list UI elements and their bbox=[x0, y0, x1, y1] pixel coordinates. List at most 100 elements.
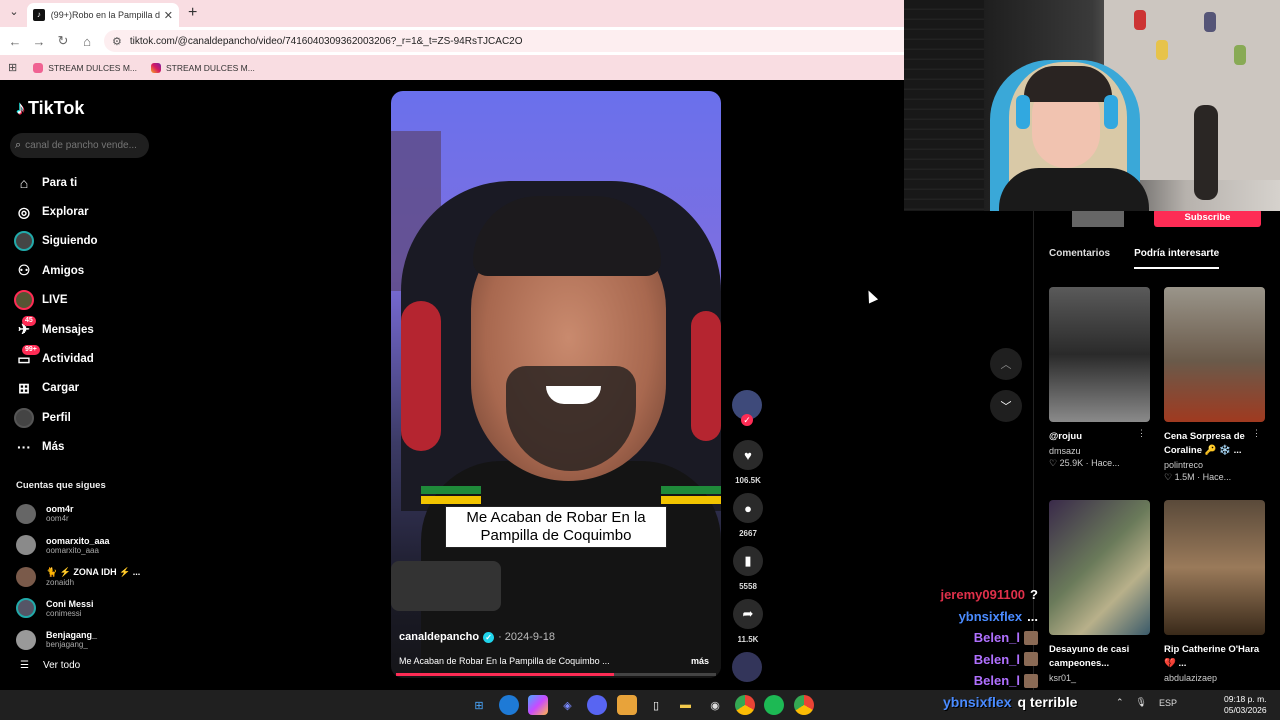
microphone-icon[interactable]: 🎙 bbox=[1136, 697, 1147, 708]
card-thumbnail[interactable] bbox=[1049, 287, 1150, 422]
nav-cargar[interactable]: ⊞ Cargar bbox=[14, 374, 154, 403]
following-name: Coni Messi bbox=[46, 598, 94, 609]
search-input[interactable] bbox=[25, 140, 138, 151]
save-action[interactable]: ▮ 5558 bbox=[732, 546, 764, 591]
browser-tab[interactable]: ♪ (99+)Robo en la Pampilla de Coquimbo ✕ bbox=[27, 3, 179, 27]
nav-amigos[interactable]: ⚇ Amigos bbox=[14, 256, 154, 285]
discord-icon[interactable] bbox=[587, 695, 607, 715]
next-video-icon[interactable]: ﹀ bbox=[990, 390, 1022, 422]
nav-siguiendo[interactable]: Siguiendo bbox=[14, 227, 154, 256]
video-progress-bar[interactable] bbox=[396, 673, 716, 676]
edge-icon[interactable] bbox=[498, 695, 519, 715]
chat-emote-icon bbox=[1024, 673, 1038, 688]
card-thumbnail[interactable] bbox=[1164, 500, 1265, 635]
tab-comentarios[interactable]: Comentarios bbox=[1049, 248, 1110, 269]
progress-fill bbox=[396, 673, 614, 676]
following-avatar-icon bbox=[14, 231, 34, 252]
windows-start-icon[interactable]: ⊞ bbox=[469, 695, 489, 715]
spotify-icon[interactable] bbox=[764, 695, 784, 715]
video-chair-side bbox=[401, 301, 441, 451]
share-icon[interactable]: ➦ bbox=[733, 599, 763, 629]
search-box[interactable]: ⌕ bbox=[10, 133, 149, 158]
nav-mas[interactable]: ··· Más bbox=[14, 433, 154, 462]
video-description: Me Acaban de Robar En la Pampilla de Coq… bbox=[399, 656, 610, 666]
card-thumbnail[interactable] bbox=[1164, 287, 1265, 422]
music-disc-icon[interactable] bbox=[732, 652, 762, 682]
video-player[interactable]: Me Acaban de Robar En la Pampilla de Coq… bbox=[391, 91, 721, 678]
nav-explorar[interactable]: ◎ Explorar bbox=[14, 197, 154, 226]
tab-podria-interesarte[interactable]: Podría interesarte bbox=[1134, 248, 1220, 269]
bookmark-icon[interactable]: ▮ bbox=[733, 546, 763, 576]
close-tab-icon[interactable]: ✕ bbox=[164, 9, 173, 22]
tray-chevron-icon[interactable]: ⌃ bbox=[1116, 697, 1124, 708]
vpn-icon[interactable]: ◈ bbox=[558, 695, 578, 715]
address-bar[interactable]: ⚙ tiktok.com/@canaldepancho/video/741604… bbox=[104, 30, 904, 52]
messages-badge: 45 bbox=[22, 315, 36, 326]
chat-message: ? bbox=[1030, 587, 1038, 603]
clock[interactable]: 09:18 p. m. 05/03/2026 bbox=[1224, 694, 1267, 716]
site-info-icon[interactable]: ⚙ bbox=[112, 35, 122, 48]
back-icon[interactable]: ← bbox=[3, 34, 27, 49]
file-icon[interactable]: ▯ bbox=[646, 695, 666, 715]
subscribe-button[interactable]: Subscribe bbox=[1154, 209, 1261, 227]
following-item[interactable]: oom4r oom4r bbox=[16, 498, 156, 530]
obs-icon[interactable]: ◉ bbox=[705, 695, 725, 715]
forward-icon[interactable]: → bbox=[27, 34, 51, 49]
recommendation-card[interactable]: Cena Sorpresa de Coraline 🔑 ❄️ ... polin… bbox=[1164, 287, 1265, 483]
clock-date: 05/03/2026 bbox=[1224, 705, 1267, 715]
search-icon: ⌕ bbox=[15, 139, 22, 151]
nav-para-ti[interactable]: ⌂ Para ti bbox=[14, 168, 154, 197]
see-all-link[interactable]: ☰ Ver todo bbox=[20, 660, 80, 671]
reload-icon[interactable]: ↻ bbox=[51, 33, 75, 49]
browser-toolbar: ← → ↻ ⌂ ⚙ tiktok.com/@canaldepancho/vide… bbox=[0, 27, 904, 55]
guitar bbox=[1194, 105, 1218, 200]
figure-decoration bbox=[1234, 45, 1246, 65]
recommendation-card[interactable]: Desayuno de casi campeones... ksr01_ bbox=[1049, 500, 1150, 685]
tiktok-logo[interactable]: ♪ TikTok bbox=[16, 98, 84, 119]
nav-label: Cargar bbox=[42, 382, 80, 395]
clock-time: 09:18 p. m. bbox=[1224, 694, 1267, 704]
heart-icon[interactable]: ♥ bbox=[733, 440, 763, 470]
tab-title: (99+)Robo en la Pampilla de Coquimbo bbox=[50, 10, 160, 20]
apps-grid-icon[interactable]: ⊞ bbox=[8, 61, 17, 74]
fl-studio-icon[interactable] bbox=[616, 695, 637, 715]
bookmark-item[interactable]: STREAM DULCES M... bbox=[33, 62, 137, 73]
chrome-icon[interactable] bbox=[734, 695, 755, 715]
video-author[interactable]: canaldepancho ✓ · 2024-9-18 bbox=[399, 631, 555, 643]
more-button[interactable]: más bbox=[691, 656, 709, 666]
nav-mensajes[interactable]: ✈ 45 Mensajes bbox=[14, 315, 154, 344]
new-tab-icon[interactable]: + bbox=[188, 4, 197, 22]
following-item[interactable]: 🐈 ⚡ ZONA IDH ⚡ ... zonaidh bbox=[16, 561, 156, 593]
folder-icon[interactable]: ▬ bbox=[676, 695, 696, 715]
nav-label: LIVE bbox=[42, 294, 68, 307]
card-menu-icon[interactable]: ⋮ bbox=[1137, 428, 1146, 439]
copilot-icon[interactable] bbox=[528, 695, 548, 715]
language-indicator[interactable]: ESP bbox=[1159, 698, 1177, 708]
nav-perfil[interactable]: Perfil bbox=[14, 403, 154, 432]
following-item[interactable]: oomarxito_aaa oomarxito_aaa bbox=[16, 530, 156, 562]
follow-plus-icon[interactable]: ✓ bbox=[741, 414, 753, 426]
nav-label: Siguiendo bbox=[42, 235, 98, 248]
video-person-hair bbox=[473, 196, 661, 276]
chat-line: jeremy091100? bbox=[912, 584, 1038, 606]
comment-action[interactable]: ● 2667 bbox=[732, 493, 764, 538]
card-menu-icon[interactable]: ⋮ bbox=[1252, 428, 1261, 439]
recommendation-card[interactable]: Rip Catherine O'Hara 💔 ... abdulazizaep bbox=[1164, 500, 1265, 685]
card-title: Cena Sorpresa de Coraline 🔑 ❄️ ... bbox=[1164, 431, 1245, 456]
share-action[interactable]: ➦ 11.5K bbox=[732, 599, 764, 644]
chrome-profile-icon[interactable] bbox=[793, 695, 814, 715]
card-thumbnail[interactable] bbox=[1049, 500, 1150, 635]
previous-video-icon[interactable]: ︿ bbox=[990, 348, 1022, 380]
nav-live[interactable]: LIVE bbox=[14, 286, 154, 315]
following-item[interactable]: Coni Messi conimessi bbox=[16, 593, 156, 625]
avatar bbox=[16, 629, 36, 650]
home-icon[interactable]: ⌂ bbox=[75, 34, 99, 49]
creator-avatar[interactable]: ✓ bbox=[732, 390, 762, 426]
bookmark-item[interactable]: STREAM DULCES M... bbox=[151, 62, 255, 73]
tab-search-icon[interactable]: ⌄ bbox=[6, 5, 22, 21]
nav-actividad[interactable]: ▭ 99+ Actividad bbox=[14, 344, 154, 373]
recommendation-card[interactable]: @rojuu dmsazu ♡ 25.9K · Hace... ⋮ bbox=[1049, 287, 1150, 469]
like-action[interactable]: ♥ 106.5K bbox=[732, 440, 764, 485]
following-item[interactable]: Benjagang_ benjagang_ bbox=[16, 624, 156, 656]
comment-icon[interactable]: ● bbox=[733, 493, 763, 523]
